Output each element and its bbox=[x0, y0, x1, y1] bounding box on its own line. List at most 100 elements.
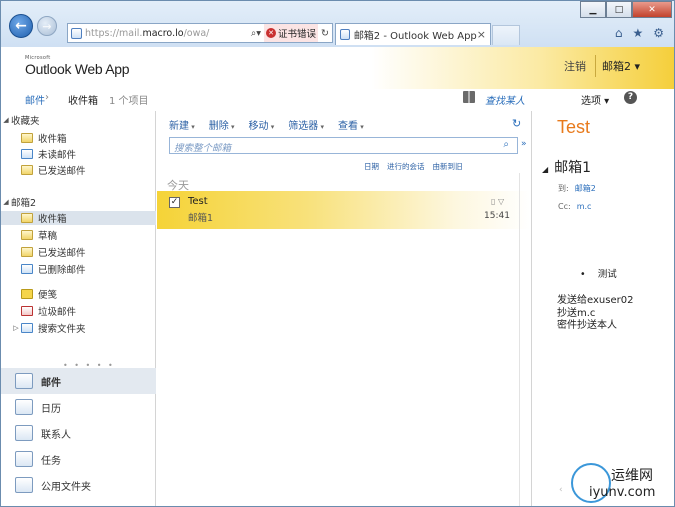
folder-inbox[interactable]: 收件箱 bbox=[1, 211, 156, 225]
browser-chrome: ← → https://mail.macro.lo/owa/ ⌕▾ ✕ 证书错误 … bbox=[1, 1, 674, 47]
nav-public-folders[interactable]: 公用文件夹 bbox=[1, 472, 156, 498]
tab-close-icon[interactable]: × bbox=[477, 28, 486, 41]
address-bar[interactable]: https://mail.macro.lo/owa/ ⌕▾ ✕ 证书错误 ↻ bbox=[67, 23, 333, 43]
sort-by-date[interactable]: 日期 bbox=[364, 161, 379, 172]
to-recipient[interactable]: 邮箱2 bbox=[575, 184, 596, 193]
body-bullet: • 测试 bbox=[580, 269, 617, 280]
message-subject: Test bbox=[188, 196, 208, 207]
nav-label: 公用文件夹 bbox=[41, 481, 91, 493]
signout-link[interactable]: 注销 bbox=[564, 58, 586, 74]
watermark-url: iyunv.com bbox=[589, 485, 656, 500]
list-scrollbar[interactable] bbox=[519, 173, 530, 506]
options-menu[interactable]: 选项 ▾ bbox=[581, 92, 609, 107]
inbox-folder-icon bbox=[21, 213, 33, 223]
nav-contacts[interactable]: 联系人 bbox=[1, 420, 156, 446]
collapse-icon: ◢ bbox=[3, 198, 9, 206]
sort-options: 日期 进行的会话 由新到旧 bbox=[364, 161, 463, 172]
folder-fav-inbox[interactable]: 收件箱 bbox=[1, 131, 156, 145]
message-list-pane: 新建 删除 移动 筛选器 查看 ↻ 搜索整个邮箱 ⌕ » 日期 进行的会话 由新… bbox=[157, 111, 530, 506]
cc-recipient[interactable]: m.c bbox=[577, 202, 592, 211]
tasks-icon bbox=[15, 451, 33, 467]
home-icon[interactable]: ⌂ bbox=[615, 26, 623, 40]
expand-search-icon[interactable]: » bbox=[521, 139, 527, 149]
breadcrumb-arrow: › bbox=[45, 92, 49, 103]
window-controls: ▁ □ ✕ bbox=[580, 1, 672, 18]
sender-name[interactable]: 邮箱1 bbox=[554, 160, 591, 176]
watermark-text: 运维网 bbox=[611, 468, 653, 484]
minimize-button[interactable]: ▁ bbox=[580, 1, 606, 18]
address-controls: ⌕▾ ✕ 证书错误 ↻ bbox=[251, 24, 332, 42]
folder-junk[interactable]: 垃圾邮件 bbox=[1, 304, 156, 318]
delete-button[interactable]: 删除 bbox=[209, 117, 235, 132]
sort-newest[interactable]: 由新到旧 bbox=[433, 161, 463, 172]
folder-search[interactable]: ▷ 搜索文件夹 bbox=[1, 321, 156, 335]
browser-tab[interactable]: 邮箱2 - Outlook Web App × bbox=[335, 23, 491, 45]
certificate-error-button[interactable]: ✕ 证书错误 bbox=[264, 24, 319, 42]
refresh-icon[interactable]: ↻ bbox=[321, 28, 329, 39]
reading-pane: Test ◢ 邮箱1 到: 邮箱2 Cc: m.c • 测试 发送给exuser02 … bbox=[531, 111, 674, 506]
maximize-button[interactable]: □ bbox=[606, 1, 632, 18]
filter-button[interactable]: 筛选器 bbox=[288, 117, 324, 132]
expand-header-icon[interactable]: ◢ bbox=[542, 165, 548, 174]
collapse-icon: ◢ bbox=[3, 116, 9, 124]
forward-button[interactable]: → bbox=[37, 16, 57, 36]
item-count: 1 个项目 bbox=[109, 96, 149, 107]
folder-label: 已发送邮件 bbox=[38, 248, 86, 259]
folder-label: 便笺 bbox=[38, 290, 58, 301]
sent-folder-icon bbox=[21, 165, 33, 175]
address-book-icon[interactable] bbox=[463, 91, 475, 103]
help-icon[interactable]: ? bbox=[624, 91, 637, 104]
favorites-label: 收藏夹 bbox=[11, 116, 40, 127]
folder-label: 草稿 bbox=[38, 231, 58, 242]
nav-label: 邮件 bbox=[41, 377, 61, 389]
message-checkbox[interactable]: ✓ bbox=[169, 197, 180, 208]
nav-tasks[interactable]: 任务 bbox=[1, 446, 156, 472]
nav-calendar[interactable]: 日历 bbox=[1, 394, 156, 420]
tab-title: 邮箱2 - Outlook Web App bbox=[353, 31, 477, 42]
message-toolbar: 新建 删除 移动 筛选器 查看 bbox=[169, 117, 364, 132]
refresh-icon[interactable]: ↻ bbox=[512, 117, 521, 130]
back-button[interactable]: ← bbox=[9, 14, 33, 38]
folder-fav-unread[interactable]: 未读邮件 bbox=[1, 147, 156, 161]
folder-sent[interactable]: 已发送邮件 bbox=[1, 245, 156, 259]
search-icon[interactable]: ⌕ bbox=[503, 139, 509, 150]
expand-icon[interactable]: ▷ bbox=[11, 324, 21, 332]
sort-conversation[interactable]: 进行的会话 bbox=[387, 161, 425, 172]
tools-gear-icon[interactable]: ⚙ bbox=[653, 26, 664, 40]
nav-mail[interactable]: 邮件 bbox=[1, 368, 156, 394]
message-sender: 邮箱1 bbox=[188, 213, 214, 224]
flag-icon[interactable]: ▯ ▽ bbox=[491, 197, 504, 206]
view-button[interactable]: 查看 bbox=[338, 117, 364, 132]
folder-label: 未读邮件 bbox=[38, 150, 77, 161]
folder-label: 垃圾邮件 bbox=[38, 307, 77, 318]
new-button[interactable]: 新建 bbox=[169, 117, 195, 132]
bullet-text: 测试 bbox=[597, 269, 617, 280]
message-row[interactable]: ✓ Test 邮箱1 ▯ ▽ 15:41 bbox=[157, 191, 530, 229]
close-window-button[interactable]: ✕ bbox=[632, 1, 672, 18]
cc-label: Cc: bbox=[558, 202, 571, 211]
url-text: https://mail.macro.lo/owa/ bbox=[85, 27, 210, 39]
find-someone-link[interactable]: 查找某人 bbox=[485, 92, 525, 107]
folder-deleted[interactable]: 已删除邮件 bbox=[1, 262, 156, 276]
page-icon bbox=[71, 27, 82, 39]
mailbox-header[interactable]: ◢ 邮箱2 bbox=[1, 195, 156, 209]
folder-notes[interactable]: 便笺 bbox=[1, 287, 156, 301]
move-button[interactable]: 移动 bbox=[249, 117, 275, 132]
favorites-header[interactable]: ◢ 收藏夹 bbox=[1, 113, 156, 127]
mail-icon bbox=[15, 373, 33, 389]
folder-drafts[interactable]: 草稿 bbox=[1, 228, 156, 242]
new-tab-button[interactable] bbox=[492, 25, 520, 45]
reading-scroll-left-icon[interactable]: ‹ bbox=[559, 485, 563, 495]
search-input[interactable]: 搜索整个邮箱 ⌕ bbox=[169, 137, 518, 154]
logo-name: Outlook Web App bbox=[25, 61, 130, 77]
reading-subject: Test bbox=[557, 117, 591, 137]
breadcrumb-mail[interactable]: 邮件 bbox=[25, 92, 45, 107]
search-icon[interactable]: ⌕▾ bbox=[251, 28, 261, 39]
tab-page-icon bbox=[340, 29, 350, 40]
error-icon: ✕ bbox=[266, 28, 277, 38]
breadcrumb-inbox: 收件箱 bbox=[68, 96, 98, 107]
body-line: 发送给exuser02 bbox=[557, 295, 634, 306]
user-menu[interactable]: 邮箱2 ▾ bbox=[602, 58, 640, 74]
favorites-star-icon[interactable]: ★ bbox=[632, 26, 643, 40]
folder-fav-sent[interactable]: 已发送邮件 bbox=[1, 163, 156, 177]
